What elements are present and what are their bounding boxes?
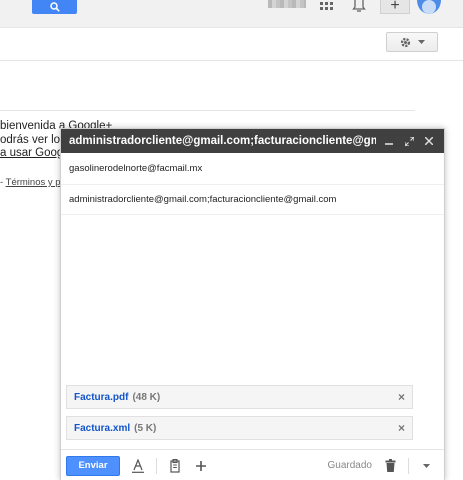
attachment-name[interactable]: Factura.pdf [74,392,128,403]
chevron-down-icon [422,463,430,468]
avatar[interactable] [417,0,441,14]
trash-icon[interactable] [382,457,398,475]
from-field[interactable]: gasolinerodelnorte@facmail.mx [61,153,444,185]
search-button[interactable] [32,0,77,14]
gear-icon [400,37,411,47]
compose-header[interactable]: administradorcliente@gmail.com;facturaci… [61,129,444,153]
attachment-size: (48 K) [132,391,161,403]
content-divider [0,110,415,111]
toolbar-separator [156,457,157,474]
pixelated-account-name [268,0,306,8]
toolbar-divider [0,60,463,61]
recipients-value: administradorcliente@gmail.com;facturaci… [69,194,337,205]
apps-grid-icon[interactable] [320,0,334,12]
remove-attachment-icon[interactable]: × [398,421,405,435]
chevron-down-icon [418,40,425,44]
attachment-chip[interactable]: Factura.xml (5 K) × [66,416,413,440]
attach-icon[interactable] [167,457,183,475]
bell-icon[interactable] [352,0,366,12]
minimize-icon[interactable] [382,134,396,148]
compose-toolbar: Enviar Guardado [61,449,444,480]
expand-icon[interactable] [402,134,416,148]
compose-window: administradorcliente@gmail.com;facturaci… [60,128,445,480]
from-value: gasolinerodelnorte@facmail.mx [69,163,203,174]
close-icon[interactable] [422,134,436,148]
recipients-field[interactable]: administradorcliente@gmail.com;facturaci… [61,185,444,215]
plus-icon: + [390,0,400,14]
attachment-name[interactable]: Factura.xml [74,423,130,434]
compose-title: administradorcliente@gmail.com;facturaci… [69,135,376,147]
message-body[interactable] [61,217,444,377]
top-bar: + [0,0,463,28]
remove-attachment-icon[interactable]: × [398,390,405,404]
attachment-chip[interactable]: Factura.pdf (48 K) × [66,385,413,409]
text-format-icon[interactable] [130,457,146,475]
saved-status: Guardado [327,460,372,471]
attachment-size: (5 K) [134,422,157,434]
search-icon [49,2,60,12]
share-plus-button[interactable]: + [380,0,410,14]
send-button[interactable]: Enviar [66,455,120,476]
more-options-button[interactable] [413,457,439,475]
settings-button[interactable] [386,32,438,52]
insert-plus-icon[interactable] [193,457,209,475]
toolbar-separator [408,457,409,474]
